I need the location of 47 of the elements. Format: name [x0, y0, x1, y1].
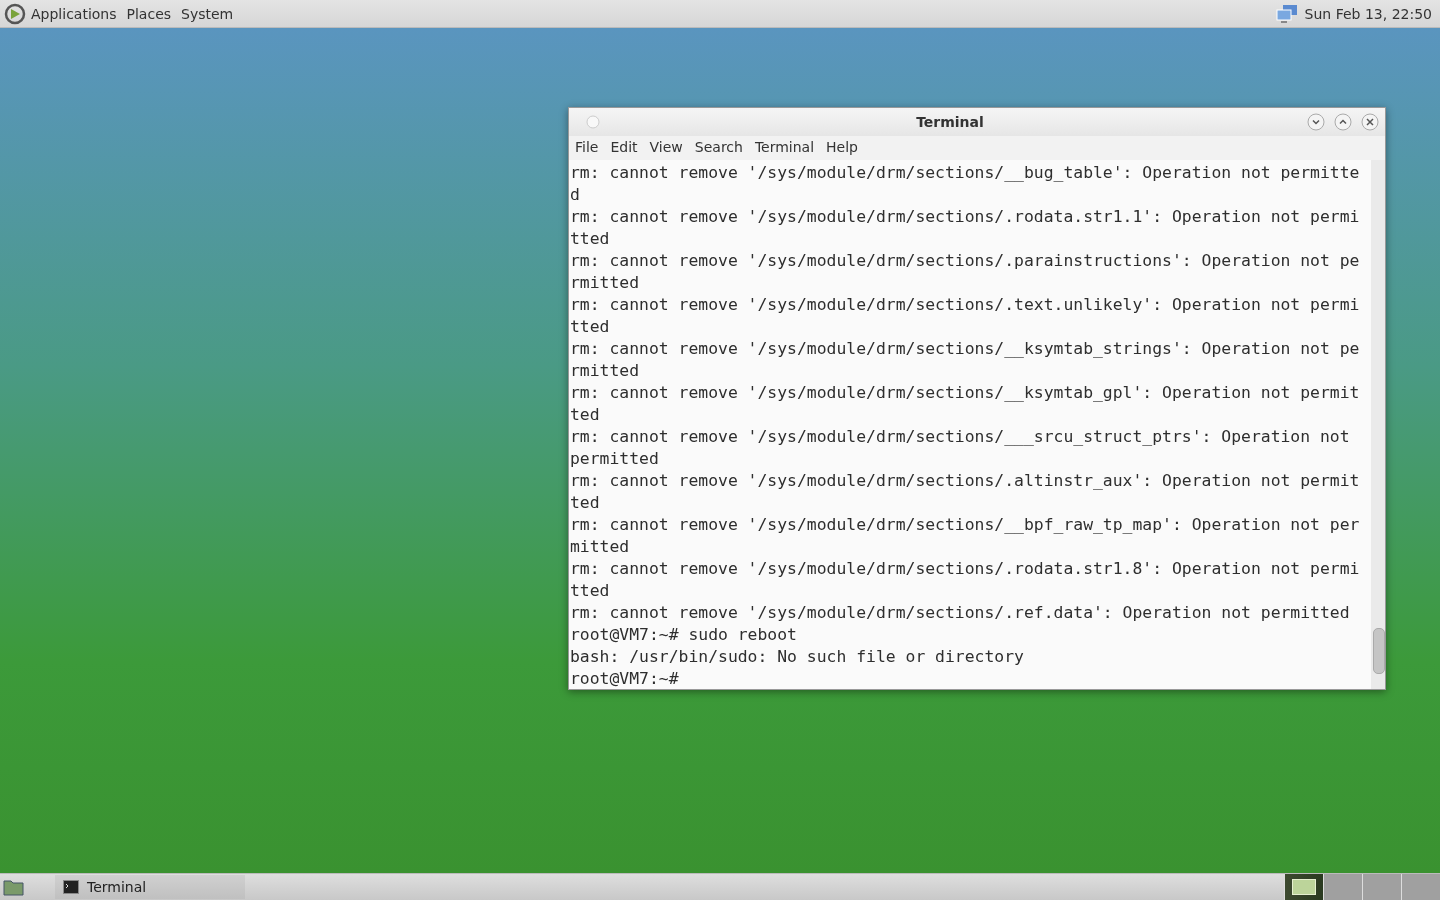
maximize-icon[interactable]	[1334, 113, 1352, 131]
menu-item[interactable]: Help	[820, 137, 864, 157]
terminal-line: rm: cannot remove '/sys/module/drm/sections/.ref.data': Operation not permitted	[570, 602, 1351, 624]
terminal-line: tted	[570, 580, 611, 602]
terminal-line: d	[570, 184, 581, 206]
menu-item[interactable]: Edit	[604, 137, 644, 157]
panel-menu[interactable]: Places	[121, 5, 177, 22]
terminal-line: rmitted	[570, 360, 641, 382]
window-thumbnail	[1292, 879, 1316, 895]
terminal-line: tted	[570, 316, 611, 338]
terminal-line: root@VM7:~#	[570, 668, 680, 689]
menu-item[interactable]: Search	[688, 137, 749, 157]
terminal-line: rm: cannot remove '/sys/module/drm/sections/__ksymtab_gpl': Operation not permit	[570, 382, 1361, 404]
terminal-line: ted	[570, 492, 601, 514]
panel-menu[interactable]: Applications	[26, 5, 122, 22]
close-icon[interactable]	[1361, 113, 1379, 131]
terminal-line: rm: cannot remove '/sys/module/drm/sections/.rodata.str1.8': Operation not permi	[570, 558, 1361, 580]
terminal-line: rm: cannot remove '/sys/module/drm/sections/__bug_table': Operation not permitte	[570, 162, 1361, 184]
clock[interactable]: Sun Feb 13, 22:50	[1298, 5, 1436, 22]
minimize-icon[interactable]	[1307, 113, 1325, 131]
terminal-line: rm: cannot remove '/sys/module/drm/sections/__ksymtab_strings': Operation not pe	[570, 338, 1361, 360]
menu-item[interactable]: File	[569, 137, 605, 157]
terminal-line: permitted	[570, 448, 660, 470]
scrollbar[interactable]	[1371, 160, 1385, 689]
terminal-line: tted	[570, 228, 611, 250]
folder-icon[interactable]	[3, 877, 25, 897]
taskbar-button[interactable]: Terminal	[55, 875, 245, 899]
terminal-icon	[63, 880, 79, 894]
terminal-line: rm: cannot remove '/sys/module/drm/sections/___srcu_struct_ptrs': Operation not	[570, 426, 1351, 448]
terminal-line: rm: cannot remove '/sys/module/drm/sections/.rodata.str1.1': Operation not permi	[570, 206, 1361, 228]
menu-item[interactable]: Terminal	[748, 137, 821, 157]
terminal-line: rm: cannot remove '/sys/module/drm/sections/__bpf_raw_tp_map': Operation not per	[570, 514, 1361, 536]
terminal-line: root@VM7:~# sudo reboot	[570, 624, 798, 646]
panel-menu[interactable]: System	[176, 5, 239, 22]
workspace-button[interactable]	[1284, 874, 1323, 900]
window-title: Terminal	[915, 114, 985, 130]
terminal-line: bash: /usr/bin/sudo: No such file or directory	[570, 646, 1025, 668]
terminal-line: rm: cannot remove '/sys/module/drm/sections/.parainstructions': Operation not pe	[570, 250, 1361, 272]
logo-icon[interactable]	[4, 2, 26, 25]
menu-item[interactable]: View	[643, 137, 689, 157]
terminal-line: ted	[570, 404, 601, 426]
network-icon[interactable]	[1274, 3, 1299, 24]
terminal-line: rm: cannot remove '/sys/module/drm/sections/.altinstr_aux': Operation not permit	[570, 470, 1361, 492]
terminal-line: rm: cannot remove '/sys/module/drm/sections/.text.unlikely': Operation not permi	[570, 294, 1361, 316]
terminal-line: rmitted	[570, 272, 641, 294]
terminal-line: mitted	[570, 536, 631, 558]
scrollbar-thumb[interactable]	[1373, 628, 1385, 674]
